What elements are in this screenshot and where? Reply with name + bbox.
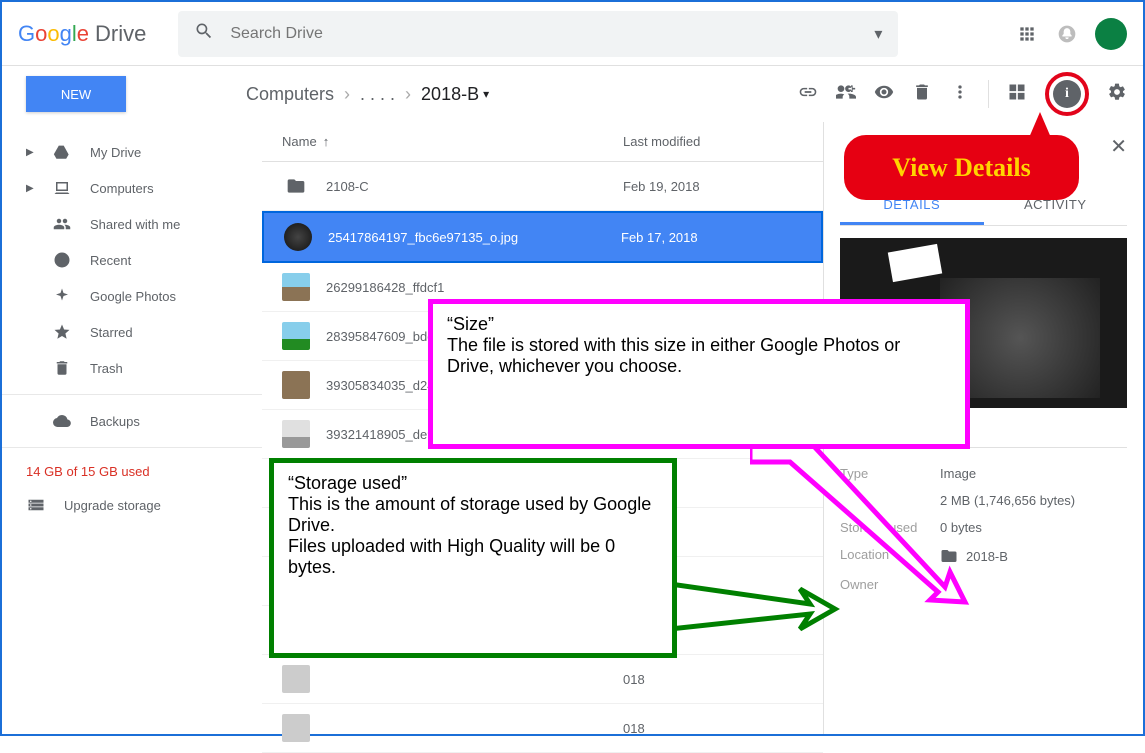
delete-icon[interactable]	[912, 82, 932, 107]
sidebar-item-label: Computers	[90, 181, 154, 196]
callout-size: “Size” The file is stored with this size…	[428, 299, 970, 449]
callout-storage-body2: Files uploaded with High Quality will be…	[288, 536, 658, 578]
header: Google Drive ▾	[2, 2, 1143, 66]
people-icon	[52, 214, 72, 234]
link-icon[interactable]	[798, 82, 818, 107]
file-name: 2108-C	[326, 179, 623, 194]
grid-view-icon[interactable]	[1007, 82, 1027, 107]
info-icon[interactable]: i	[1053, 80, 1081, 108]
callout-view-details: View Details	[844, 135, 1079, 200]
sidebar-item-label: Shared with me	[90, 217, 180, 232]
logo-drive-text: Drive	[95, 21, 146, 47]
sidebar-item-label: Starred	[90, 325, 133, 340]
sidebar-item-label: Trash	[90, 361, 123, 376]
new-button[interactable]: NEW	[26, 76, 126, 112]
storage-usage-text: 14 GB of 15 GB used	[2, 456, 262, 487]
breadcrumb-root[interactable]: Computers	[246, 84, 334, 105]
file-name: 26299186428_ffdcf1	[326, 280, 623, 295]
expand-arrow-icon: ▶	[26, 183, 34, 194]
expand-arrow-icon: ▶	[26, 147, 34, 158]
breadcrumb-current[interactable]: 2018-B ▾	[421, 84, 489, 105]
file-date: Feb 19, 2018	[623, 179, 803, 194]
file-thumbnail	[282, 322, 310, 350]
callout-storage-title: “Storage used”	[288, 473, 658, 494]
share-icon[interactable]	[836, 82, 856, 107]
sidebar-item-computers[interactable]: ▶ Computers	[2, 170, 262, 206]
sidebar-item-photos[interactable]: Google Photos	[2, 278, 262, 314]
logo[interactable]: Google Drive	[18, 21, 146, 47]
callout-storage: “Storage used” This is the amount of sto…	[269, 458, 677, 658]
file-row[interactable]: 018	[262, 704, 823, 753]
breadcrumb: Computers › . . . . › 2018-B ▾	[246, 84, 489, 105]
callout-storage-arrow	[670, 579, 840, 639]
upgrade-label: Upgrade storage	[64, 498, 161, 513]
sidebar-item-backups[interactable]: Backups	[2, 403, 262, 439]
file-row-folder[interactable]: 2108-C Feb 19, 2018	[262, 162, 823, 211]
search-options-caret-icon[interactable]: ▾	[874, 24, 882, 44]
folder-icon	[282, 172, 310, 200]
upgrade-storage-link[interactable]: Upgrade storage	[2, 487, 262, 523]
sidebar-item-label: Recent	[90, 253, 131, 268]
trash-icon	[52, 358, 72, 378]
file-date: Feb 17, 2018	[621, 230, 801, 245]
nav-divider	[2, 394, 262, 395]
file-thumbnail	[282, 420, 310, 448]
file-date: 018	[623, 721, 803, 736]
file-row[interactable]: 018	[262, 655, 823, 704]
notifications-icon[interactable]	[1055, 22, 1079, 46]
cloud-icon	[52, 411, 72, 431]
drive-icon	[52, 142, 72, 162]
action-separator	[988, 80, 989, 108]
file-thumbnail	[282, 714, 310, 742]
photos-icon	[52, 286, 72, 306]
breadcrumb-sep: ›	[344, 84, 350, 105]
search-bar[interactable]: ▾	[178, 11, 898, 57]
sidebar-item-starred[interactable]: Starred	[2, 314, 262, 350]
sidebar-item-label: Google Photos	[90, 289, 176, 304]
callout-size-title: “Size”	[447, 314, 951, 335]
clock-icon	[52, 250, 72, 270]
toolbar: NEW Computers › . . . . › 2018-B ▾ i	[2, 66, 1143, 122]
preview-icon[interactable]	[874, 82, 894, 107]
file-thumbnail	[282, 273, 310, 301]
avatar[interactable]	[1095, 18, 1127, 50]
file-row-selected[interactable]: 25417864197_fbc6e97135_o.jpg Feb 17, 201…	[262, 211, 823, 263]
sort-arrow-icon: ↑	[323, 134, 330, 149]
file-thumbnail	[282, 371, 310, 399]
sidebar-item-recent[interactable]: Recent	[2, 242, 262, 278]
column-name[interactable]: Name ↑	[282, 134, 623, 149]
file-thumbnail	[282, 665, 310, 693]
star-icon	[52, 322, 72, 342]
apps-icon[interactable]	[1015, 22, 1039, 46]
storage-icon	[26, 495, 46, 515]
callout-size-body: The file is stored with this size in eit…	[447, 335, 951, 377]
search-icon	[194, 21, 214, 46]
column-modified[interactable]: Last modified	[623, 134, 803, 149]
callout-storage-body1: This is the amount of storage used by Go…	[288, 494, 658, 536]
sidebar-item-my-drive[interactable]: ▶ My Drive	[2, 134, 262, 170]
action-icons: i	[798, 72, 1127, 116]
settings-icon[interactable]	[1107, 82, 1127, 107]
sidebar-item-label: Backups	[90, 414, 140, 429]
file-thumbnail	[284, 223, 312, 251]
sidebar-item-trash[interactable]: Trash	[2, 350, 262, 386]
file-date: 018	[623, 672, 803, 687]
info-button-highlight: i	[1045, 72, 1089, 116]
file-name: 25417864197_fbc6e97135_o.jpg	[328, 230, 621, 245]
more-icon[interactable]	[950, 82, 970, 107]
sidebar-item-label: My Drive	[90, 145, 141, 160]
list-header: Name ↑ Last modified	[262, 122, 823, 162]
close-icon[interactable]: ✕	[1110, 134, 1127, 159]
sidebar-item-shared[interactable]: Shared with me	[2, 206, 262, 242]
sidebar: ▶ My Drive ▶ Computers Shared with me Re…	[2, 122, 262, 734]
breadcrumb-mid[interactable]: . . . .	[360, 84, 395, 105]
nav-divider	[2, 447, 262, 448]
search-input[interactable]	[230, 25, 874, 43]
breadcrumb-sep: ›	[405, 84, 411, 105]
header-icons	[1015, 18, 1127, 50]
computer-icon	[52, 178, 72, 198]
